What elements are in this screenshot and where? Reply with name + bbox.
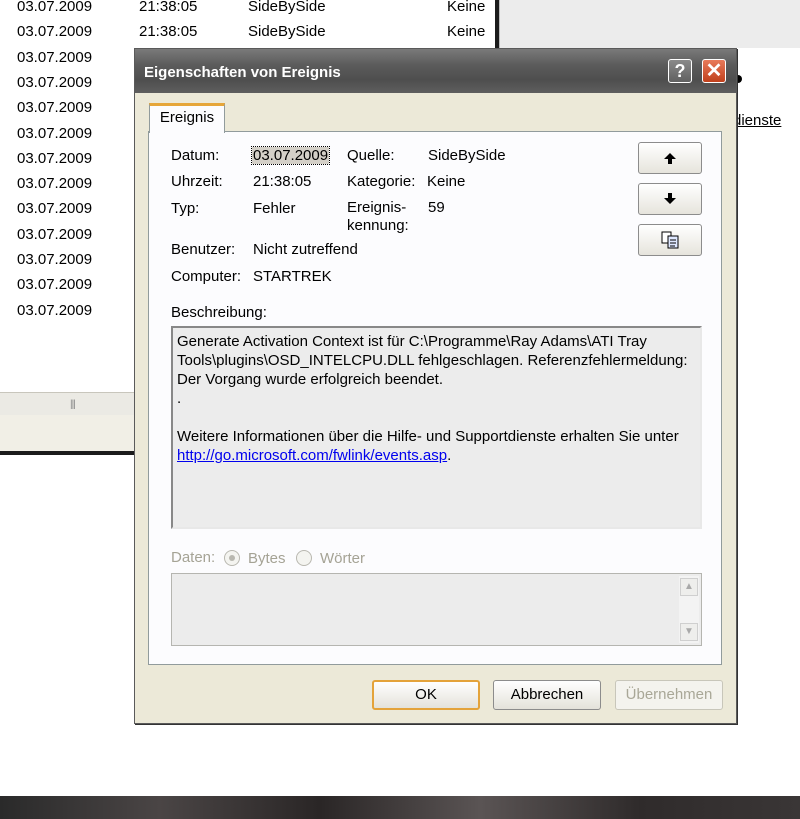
description-line-3: Weitere Informationen über die Hilfe- un… (177, 428, 679, 445)
data-field[interactable]: ▲ ▼ (171, 573, 702, 646)
row-time: 21:38:05 (139, 23, 198, 41)
row-date: 03.07.2009 (17, 0, 93, 15)
row-time: 21:38:05 (139, 0, 198, 15)
user-value: Nicht zutreffend (253, 241, 358, 258)
row-date: 03.07.2009 (17, 251, 93, 268)
row-date: 03.07.2009 (17, 48, 93, 66)
description-line-2: . (177, 390, 182, 407)
row-date: 03.07.2009 (17, 124, 93, 142)
tab-ereignis[interactable]: Ereignis (149, 103, 225, 133)
time-label: Uhrzeit: (171, 173, 223, 190)
category-label: Kategorie: (347, 173, 416, 190)
user-label: Benutzer: (171, 241, 236, 258)
title-bar[interactable]: Eigenschaften von Ereignis ? ✕ (135, 49, 736, 93)
category-value: Keine (427, 173, 466, 190)
row-category: Keine (447, 0, 486, 15)
list-row[interactable]: 03.07.2009 21:38:05 SideBySide Keine (0, 0, 495, 24)
row-date: 03.07.2009 (17, 301, 93, 319)
description-label: Beschreibung: (171, 304, 267, 321)
row-date: 03.07.2009 (17, 99, 93, 117)
description-line-3-end: . (447, 447, 452, 464)
data-label: Daten: (171, 549, 216, 566)
horizontal-scrollbar[interactable]: ||| (0, 392, 137, 416)
row-category: Keine (447, 23, 486, 41)
background-panel (499, 0, 800, 48)
computer-value: STARTREK (253, 268, 332, 285)
dialog-title: Eigenschaften von Ereignis (144, 64, 341, 81)
scrollbar-grip[interactable]: ||| (70, 399, 76, 410)
desktop-strip (0, 796, 800, 819)
computer-label: Computer: (171, 268, 242, 285)
row-date: 03.07.2009 (17, 23, 93, 41)
event-properties-dialog: Eigenschaften von Ereignis ? ✕ Ereignis … (134, 48, 737, 724)
row-date: 03.07.2009 (17, 175, 93, 193)
close-button[interactable]: ✕ (702, 59, 726, 83)
description-text[interactable]: Generate Activation Context ist für C:\P… (171, 326, 702, 529)
event-id-value: 59 (428, 199, 445, 216)
date-value[interactable]: 03.07.2009 (250, 146, 331, 165)
vertical-scrollbar[interactable]: ▲ ▼ (679, 576, 699, 643)
time-value: 21:38:05 (253, 173, 312, 190)
events-help-link[interactable]: http://go.microsoft.com/fwlink/events.as… (177, 447, 447, 464)
description-line-1: Generate Activation Context ist für C:\P… (177, 333, 688, 388)
status-area (0, 415, 137, 451)
ok-button[interactable]: OK (372, 680, 480, 710)
event-id-label-2: kennung: (347, 217, 409, 234)
scroll-down-icon[interactable]: ▼ (680, 623, 698, 641)
cancel-button[interactable]: Abbrechen (493, 680, 601, 710)
radio-words[interactable] (296, 550, 312, 566)
down-arrow-icon (664, 193, 676, 205)
row-date: 03.07.2009 (17, 200, 93, 218)
row-date: 03.07.2009 (17, 225, 93, 243)
help-icon: ? (674, 61, 686, 81)
radio-bytes[interactable] (224, 550, 240, 566)
copy-button[interactable] (638, 224, 702, 256)
window-border (0, 451, 140, 455)
up-arrow-icon (664, 153, 676, 165)
close-icon: ✕ (705, 60, 723, 82)
radio-words-label: Wörter (320, 550, 365, 567)
previous-event-button[interactable] (638, 142, 702, 174)
row-source: SideBySide (248, 0, 326, 15)
scroll-up-icon[interactable]: ▲ (680, 578, 698, 596)
copy-icon (661, 231, 679, 249)
apply-button[interactable]: Übernehmen (615, 680, 723, 710)
row-date: 03.07.2009 (17, 73, 93, 91)
help-button[interactable]: ? (668, 59, 692, 83)
type-value: Fehler (253, 200, 296, 217)
list-row[interactable]: 03.07.2009 21:38:05 SideBySide Keine (0, 24, 495, 49)
row-date: 03.07.2009 (17, 149, 93, 167)
row-source: SideBySide (248, 23, 326, 41)
event-id-label-1: Ereignis- (347, 199, 407, 216)
row-date: 03.07.2009 (17, 276, 93, 294)
support-link-fragment[interactable]: dienste (733, 112, 781, 129)
source-value: SideBySide (428, 147, 506, 164)
type-label: Typ: (171, 200, 200, 217)
source-label: Quelle: (347, 147, 395, 164)
next-event-button[interactable] (638, 183, 702, 215)
radio-bytes-label: Bytes (248, 550, 286, 567)
date-label: Datum: (171, 147, 220, 164)
